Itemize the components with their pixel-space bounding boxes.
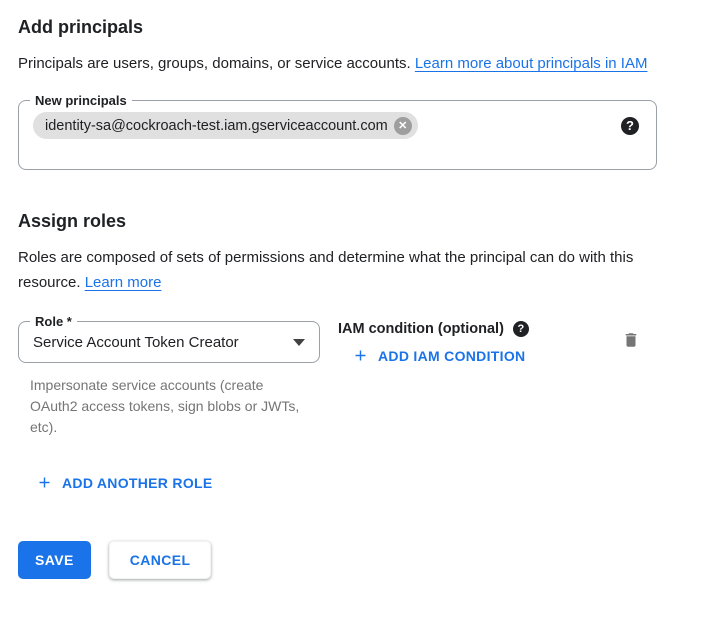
assign-roles-description: Roles are composed of sets of permission… [18, 245, 673, 295]
delete-role-button[interactable] [618, 326, 644, 357]
trash-column [618, 321, 695, 357]
learn-more-principals-link[interactable]: Learn more about principals in IAM [415, 55, 648, 72]
iam-condition-help-icon[interactable]: ? [513, 321, 529, 337]
add-iam-condition-label: ADD IAM CONDITION [378, 348, 525, 364]
new-principals-label: New principals [30, 93, 132, 109]
add-principals-panel: Add principals Principals are users, gro… [0, 0, 713, 579]
role-description: Impersonate service accounts (create OAu… [18, 375, 310, 438]
plus-icon [36, 474, 53, 491]
new-principals-field[interactable]: New principals identity-sa@cockroach-tes… [18, 100, 657, 170]
assign-roles-title: Assign roles [18, 210, 695, 232]
trash-icon [622, 330, 640, 350]
role-value: Service Account Token Creator [33, 334, 239, 351]
plus-icon [352, 347, 369, 364]
save-button[interactable]: SAVE [18, 541, 91, 579]
principal-chip-text: identity-sa@cockroach-test.iam.gservicea… [45, 118, 388, 134]
principal-chip: identity-sa@cockroach-test.iam.gservicea… [33, 112, 418, 139]
add-another-role-button[interactable]: ADD ANOTHER ROLE [28, 468, 221, 497]
role-select[interactable]: Role * Service Account Token Creator [18, 321, 320, 363]
new-principals-help-icon[interactable]: ? [621, 117, 639, 135]
role-column: Role * Service Account Token Creator Imp… [18, 321, 320, 438]
role-label: Role * [30, 314, 77, 330]
role-row: Role * Service Account Token Creator Imp… [18, 321, 695, 438]
chip-remove-icon[interactable]: ✕ [394, 117, 412, 135]
iam-condition-column: IAM condition (optional) ? ADD IAM CONDI… [338, 321, 618, 370]
add-iam-condition-button[interactable]: ADD IAM CONDITION [344, 341, 533, 370]
add-another-role-label: ADD ANOTHER ROLE [62, 475, 213, 491]
iam-condition-label: IAM condition (optional) [338, 321, 504, 337]
iam-condition-label-row: IAM condition (optional) ? [338, 321, 618, 337]
action-row: SAVE CANCEL [18, 541, 695, 579]
page-title: Add principals [18, 16, 695, 38]
learn-more-roles-link[interactable]: Learn more [85, 274, 162, 291]
cancel-button[interactable]: CANCEL [109, 541, 212, 579]
dropdown-arrow-icon [293, 339, 305, 346]
intro-text: Principals are users, groups, domains, o… [18, 51, 673, 76]
intro-text-static: Principals are users, groups, domains, o… [18, 55, 415, 72]
